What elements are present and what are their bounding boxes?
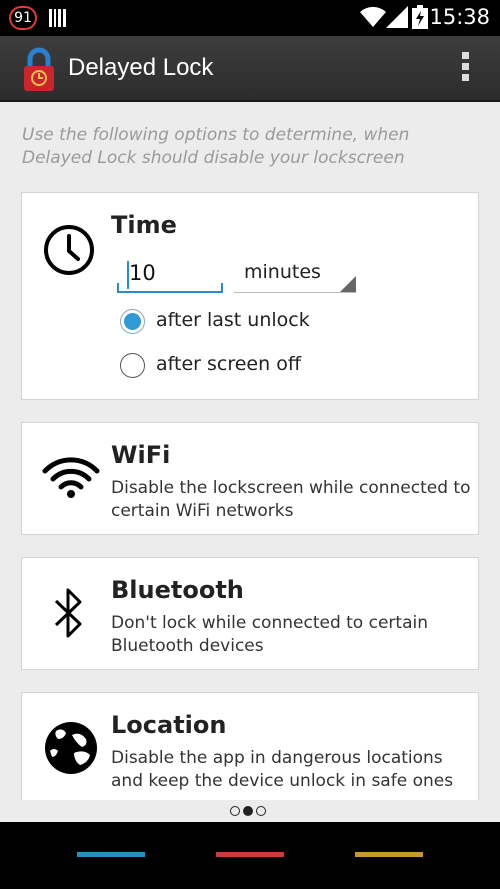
battery-charging-icon: [412, 5, 428, 29]
status-bar: 91 15:38: [0, 0, 500, 36]
location-card[interactable]: Location Disable the app in dangerous lo…: [21, 692, 479, 800]
wifi-card[interactable]: WiFi Disable the lockscreen while connec…: [21, 422, 479, 535]
wifi-description: Disable the lockscreen while connected t…: [111, 478, 471, 521]
location-title: Location: [111, 711, 227, 739]
time-title: Time: [111, 211, 177, 239]
page-dot-active[interactable]: [243, 806, 253, 816]
time-unit-select[interactable]: minutes: [234, 257, 356, 293]
option-label: after last unlock: [156, 309, 310, 331]
notification-badge: 91: [9, 6, 37, 30]
intro-text: Use the following options to determine, …: [22, 125, 410, 168]
app-title: Delayed Lock: [68, 54, 214, 81]
time-unit-value: minutes: [244, 261, 321, 283]
barcode-icon: [49, 9, 66, 27]
padlock-timer-icon[interactable]: [22, 47, 56, 91]
overflow-menu-icon[interactable]: [460, 52, 470, 86]
page-indicator: [230, 804, 270, 818]
bluetooth-description: Don't lock while connected to certain Bl…: [111, 613, 428, 656]
action-bar: Delayed Lock: [0, 36, 500, 102]
bottom-bar: [0, 822, 500, 889]
time-card: Time minutes after last unlock after scr…: [21, 192, 479, 400]
signal-icon: [386, 6, 408, 28]
time-value-field[interactable]: [117, 257, 223, 293]
option-label: after screen off: [156, 353, 301, 375]
wifi-title: WiFi: [111, 441, 171, 469]
bluetooth-title: Bluetooth: [111, 576, 244, 604]
bluetooth-icon: [54, 588, 82, 638]
globe-icon: [45, 722, 97, 774]
radio-after-last-unlock[interactable]: [120, 309, 145, 334]
clock-time: 15:38: [429, 5, 490, 29]
wifi-status-icon: [360, 6, 386, 27]
nav-blue-button[interactable]: [77, 852, 145, 857]
clock-icon: [44, 225, 94, 275]
nav-gold-button[interactable]: [355, 852, 423, 857]
nav-red-button[interactable]: [216, 852, 284, 857]
wifi-icon: [42, 457, 100, 498]
time-value-input[interactable]: [129, 261, 219, 285]
page-dot[interactable]: [230, 806, 240, 816]
bluetooth-card[interactable]: Bluetooth Don't lock while connected to …: [21, 557, 479, 670]
page-dot[interactable]: [256, 806, 266, 816]
dropdown-triangle-icon: [340, 276, 356, 292]
radio-after-screen-off[interactable]: [120, 353, 145, 378]
location-description: Disable the app in dangerous locations a…: [111, 748, 454, 791]
